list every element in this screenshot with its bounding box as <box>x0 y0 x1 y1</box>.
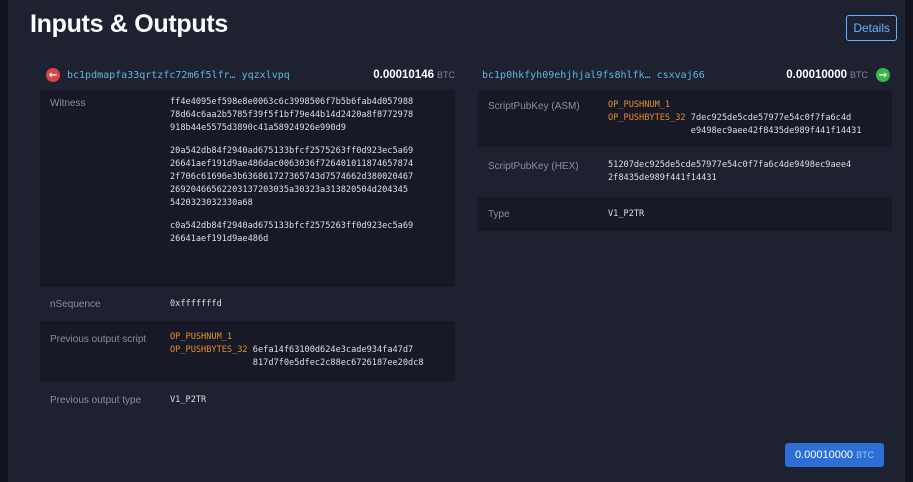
witness-values: ff4e4095ef598e8e0063c6c3998506f7b5b6fab4… <box>170 90 413 287</box>
witness-item: c0a542db84f2940ad675133bfcf2575263ff0d92… <box>170 221 414 244</box>
type-value: V1_P2TR <box>608 208 645 219</box>
total-amount-value: 0.00010000 <box>794 449 854 461</box>
asm-pushbytes: OP_PUSHBYTES_32 <box>608 113 686 123</box>
asm-data: OP_PUSHBYTES_32 7dec925de5cde57977e54c0f… <box>608 112 862 138</box>
output-header: bc1p0hkfyh09ehjhjal9fs8hlfk… csxvaj66 0.… <box>482 66 890 84</box>
prev-script-row: Previous output script OP_PUSHNUM_1 OP_P… <box>40 321 455 381</box>
asm-label: ScriptPubKey (ASM) <box>488 101 580 112</box>
prev-script-hex: 6efa14f63100d624e3cade934fa47d7 817d7f0e… <box>252 345 424 368</box>
total-amount-button[interactable]: 0.00010000 BTC <box>785 443 884 467</box>
witness-item: ff4e4095ef598e8e0063c6c3998506f7b5b6fab4… <box>170 97 414 133</box>
prev-script-data: OP_PUSHBYTES_32 6efa14f63100d624e3cade93… <box>170 344 424 370</box>
input-address-link[interactable]: bc1pdmapfa33qrtzfc72m6f5lfr… yqzxlvpq <box>67 70 290 81</box>
prev-type-row: Previous output type V1_P2TR <box>40 381 455 419</box>
output-amount-value: 0.00010000 <box>786 69 847 81</box>
prev-script-opcode: OP_PUSHNUM_1 <box>170 332 233 342</box>
section-title: Inputs & Outputs <box>30 10 228 38</box>
prev-script-pushbytes: OP_PUSHBYTES_32 <box>170 345 248 355</box>
prev-script-label: Previous output script <box>50 334 147 345</box>
witness-row: Witness ff4e4095ef598e8e0063c6c3998506f7… <box>40 90 455 287</box>
arrow-left-circle-icon[interactable]: ← <box>46 68 60 82</box>
asm-value: OP_PUSHNUM_1 OP_PUSHBYTES_32 7dec925de5c… <box>608 90 862 147</box>
type-label: Type <box>488 208 510 220</box>
asm-opcode: OP_PUSHNUM_1 <box>608 100 671 110</box>
nsequence-label: nSequence <box>50 298 101 310</box>
type-row: Type V1_P2TR <box>478 197 892 231</box>
output-amount-unit: BTC <box>850 70 868 80</box>
input-header: ← bc1pdmapfa33qrtzfc72m6f5lfr… yqzxlvpq … <box>46 66 455 84</box>
nsequence-value: 0xfffffffd <box>170 298 222 309</box>
input-amount: 0.00010146 BTC <box>373 69 455 81</box>
prev-script-value: OP_PUSHNUM_1 OP_PUSHBYTES_32 6efa14f6310… <box>170 321 424 381</box>
input-amount-unit: BTC <box>437 70 455 80</box>
asm-row: ScriptPubKey (ASM) OP_PUSHNUM_1 OP_PUSHB… <box>478 90 892 147</box>
inputs-outputs-panel: Inputs & Outputs Details ← bc1pdmapfa33q… <box>8 0 905 482</box>
hex-label: ScriptPubKey (HEX) <box>488 161 579 172</box>
witness-item: 20a542db84f2940ad675133bfcf2575263ff0d92… <box>170 146 414 208</box>
output-amount: 0.00010000 BTC <box>786 69 868 81</box>
nsequence-row: nSequence 0xfffffffd <box>40 287 455 321</box>
prev-type-value: V1_P2TR <box>170 394 207 405</box>
hex-row: ScriptPubKey (HEX) 51207dec925de5cde5797… <box>478 147 892 197</box>
total-amount-unit: BTC <box>856 450 875 460</box>
arrow-right-circle-icon[interactable]: → <box>876 68 890 82</box>
prev-type-label: Previous output type <box>50 394 142 406</box>
input-amount-value: 0.00010146 <box>373 69 434 81</box>
asm-hex: 7dec925de5cde57977e54c0f7fa6c4d e9498ec9… <box>690 113 862 136</box>
hex-value: 51207dec925de5cde57977e54c0f7fa6c4de9498… <box>608 160 852 183</box>
details-button[interactable]: Details <box>846 15 897 41</box>
witness-label: Witness <box>50 98 86 109</box>
output-address-link[interactable]: bc1p0hkfyh09ehjhjal9fs8hlfk… csxvaj66 <box>482 70 705 81</box>
